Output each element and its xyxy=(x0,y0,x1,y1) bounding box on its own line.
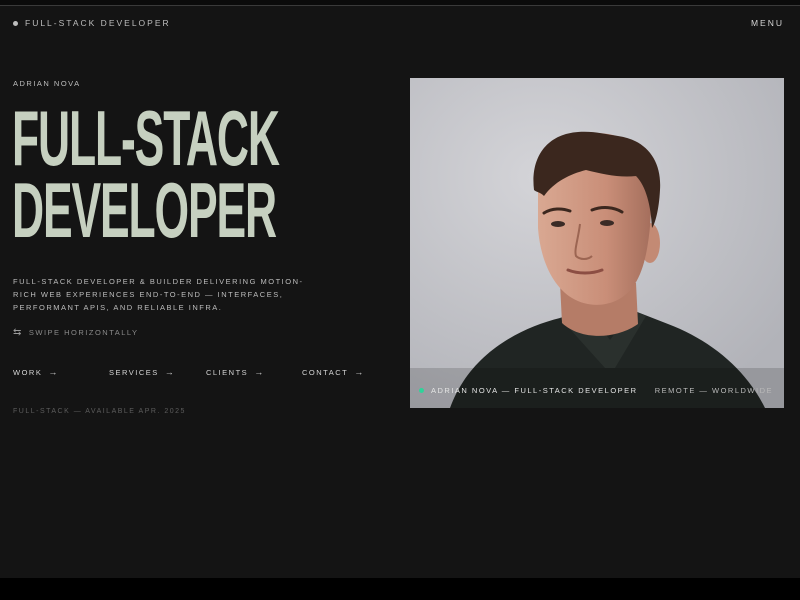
brand[interactable]: FULL-STACK DEVELOPER xyxy=(13,18,171,28)
caption-left-label: ADRIAN NOVA — FULL-STACK DEVELOPER xyxy=(431,386,638,395)
arrow-right-icon: → xyxy=(354,367,365,377)
portrait-illustration xyxy=(410,78,784,408)
headline-line-1: FULL-STACK xyxy=(12,94,280,182)
nav-services-label: SERVICES xyxy=(109,367,159,377)
nav-services-link[interactable]: SERVICES → xyxy=(109,367,175,377)
brand-dot-icon xyxy=(13,20,18,26)
hero-description: FULL-STACK DEVELOPER & BUILDER DELIVERIN… xyxy=(13,277,304,312)
photo-caption: ADRIAN NOVA — FULL-STACK DEVELOPER REMOT… xyxy=(410,386,784,398)
nav-work-link[interactable]: WORK → xyxy=(13,367,59,377)
hero-headline: FULL-STACK DEVELOPER xyxy=(12,94,280,254)
nav-contact-label: CONTACT xyxy=(302,367,349,377)
portrait-photo: ADRIAN NOVA — FULL-STACK DEVELOPER REMOT… xyxy=(410,78,784,408)
arrow-right-icon: → xyxy=(254,367,265,377)
arrow-right-icon: → xyxy=(48,367,59,377)
brand-label: FULL-STACK DEVELOPER xyxy=(25,18,171,28)
menu-button[interactable]: MENU xyxy=(751,18,784,28)
nav-work-label: WORK xyxy=(13,367,43,377)
swipe-hint-label: SWIPE HORIZONTALLY xyxy=(28,328,139,337)
nav-clients-link[interactable]: CLIENTS → xyxy=(206,367,265,377)
owner-name: ADRIAN NOVA xyxy=(13,79,81,88)
swap-arrows-icon: ⇆ xyxy=(13,327,23,338)
section-nav: WORK → SERVICES → CLIENTS → CONTACT → xyxy=(13,367,373,379)
top-border xyxy=(0,0,800,6)
nav-clients-label: CLIENTS xyxy=(206,367,249,377)
caption-left: ADRIAN NOVA — FULL-STACK DEVELOPER xyxy=(419,386,638,395)
caption-right-label: REMOTE — WORLDWIDE xyxy=(654,386,773,395)
arrow-right-icon: → xyxy=(164,367,176,377)
swipe-hint: ⇆ SWIPE HORIZONTALLY xyxy=(13,327,139,338)
headline-line-2: DEVELOPER xyxy=(12,166,277,254)
availability-note: FULL-STACK — AVAILABLE APR. 2025 xyxy=(13,408,186,415)
page: FULL-STACK DEVELOPER MENU ADRIAN NOVA FU… xyxy=(0,0,800,600)
status-dot-icon xyxy=(419,388,424,393)
bottom-bar xyxy=(0,578,800,600)
nav-contact-link[interactable]: CONTACT → xyxy=(302,367,365,377)
